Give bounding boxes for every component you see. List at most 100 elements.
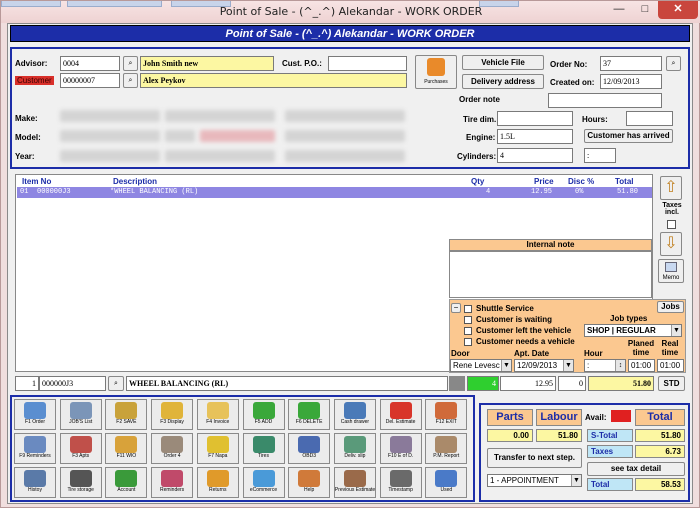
jobs-button[interactable]: Jobs (657, 301, 684, 313)
arrival-time-field[interactable]: : (584, 148, 616, 163)
maximize-button[interactable]: □ (632, 1, 658, 19)
door-select[interactable]: Rene Levesc ▼ (450, 359, 512, 372)
toolbar-button[interactable]: F1 Order (14, 399, 56, 430)
toolbar-button[interactable]: Histoy (14, 467, 56, 498)
created-on-field[interactable]: 12/09/2013 (600, 74, 662, 89)
shuttle-option[interactable]: Shuttle Service (464, 304, 534, 313)
left-vehicle-option[interactable]: Customer left the vehicle (464, 326, 571, 335)
blurred-field[interactable] (165, 110, 275, 122)
blurred-field[interactable] (285, 110, 405, 122)
toolbar-button[interactable]: Previous Estimate (333, 467, 376, 498)
order-note-field[interactable] (548, 93, 662, 108)
purchases-button[interactable]: Purchases (415, 55, 457, 89)
year-field-blurred[interactable] (60, 150, 160, 162)
waiting-checkbox[interactable] (464, 315, 472, 324)
item-search-button[interactable]: ⌕ (108, 376, 124, 391)
toolbar-button[interactable]: JOB'S List (59, 399, 102, 430)
toolbar-button[interactable]: F10 E of D. (379, 433, 422, 464)
order-no-field[interactable]: 37 (600, 56, 662, 71)
toolbar-button[interactable]: F3 Display (151, 399, 194, 430)
tire-dim-field[interactable] (497, 111, 573, 126)
needs-vehicle-checkbox[interactable] (464, 337, 472, 346)
move-up-arrow-icon[interactable]: ⇧ (660, 176, 682, 200)
toolbar-button[interactable]: F7 Napa (196, 433, 239, 464)
item-no-field[interactable]: 000000J3 (39, 376, 106, 391)
blurred-field[interactable] (200, 130, 275, 142)
entry-description-field[interactable]: WHEEL BALANCING (RL) (126, 376, 448, 391)
barcode-icon[interactable] (449, 376, 465, 391)
toolbar-button[interactable]: F5 ADD (242, 399, 285, 430)
entry-qty-field[interactable]: 4 (467, 376, 499, 391)
toolbar-button[interactable]: Del. Estimate (379, 399, 422, 430)
entry-total-field[interactable]: 51.80 (588, 376, 654, 391)
planned-time-field[interactable]: 01:00 (628, 359, 655, 372)
minimize-button[interactable]: — (606, 1, 632, 19)
cylinders-field[interactable]: 4 (497, 148, 573, 163)
waiting-option[interactable]: Customer is waiting (464, 315, 552, 324)
customer-name-field[interactable]: Alex Peykov (140, 73, 407, 88)
customer-code-field[interactable]: 00000007 (60, 73, 120, 88)
shuttle-checkbox[interactable] (464, 304, 472, 313)
column-header-item-no[interactable]: Item No (22, 177, 51, 186)
customer-search-button[interactable]: ⌕ (123, 73, 138, 88)
toolbar-button[interactable]: Order 4 (151, 433, 194, 464)
toolbar-button[interactable]: OBD3 (288, 433, 331, 464)
toolbar-button[interactable]: Reminders (151, 467, 194, 498)
appointment-select[interactable]: 1 - APPOINTMENT ▼ (487, 474, 582, 487)
hours-field[interactable] (626, 111, 673, 126)
toolbar-button[interactable]: F4 Invoice (196, 399, 239, 430)
toolbar-button[interactable]: F6 DELETE (288, 399, 331, 430)
hour-spinner[interactable]: : ↕ (584, 359, 626, 372)
toolbar-button[interactable]: Cash drawer (333, 399, 376, 430)
close-button[interactable]: ✕ (658, 1, 698, 19)
tax-detail-button[interactable]: see tax detail (587, 462, 685, 476)
internal-note-textarea[interactable] (449, 251, 652, 298)
transfer-next-step-button[interactable]: Transfer to next step. (487, 448, 582, 468)
entry-disc-field[interactable]: 0 (558, 376, 586, 391)
engine-field[interactable]: 1.5L (497, 129, 573, 144)
toolbar-button[interactable]: Deliv. slip (333, 433, 376, 464)
move-down-arrow-icon[interactable]: ⇩ (660, 232, 682, 256)
column-header-qty[interactable]: Qty (471, 177, 484, 186)
toolbar-button[interactable]: P.M. Report (425, 433, 468, 464)
toolbar-button[interactable]: Timestamp (379, 467, 422, 498)
toolbar-button[interactable]: eCommerce (242, 467, 285, 498)
customer-arrived-button[interactable]: Customer has arrived (584, 129, 673, 143)
real-time-field[interactable]: 01:00 (657, 359, 684, 372)
appt-date-picker[interactable]: 12/09/2013 ▼ (514, 359, 574, 372)
needs-vehicle-option[interactable]: Customer needs a vehicle (464, 337, 575, 346)
toolbar-button[interactable]: Help (288, 467, 331, 498)
blurred-field[interactable] (285, 130, 405, 142)
order-search-button[interactable]: ⌕ (666, 56, 681, 71)
memo-button[interactable]: Memo (658, 259, 684, 283)
entry-price-field[interactable]: 12.95 (500, 376, 556, 391)
table-row[interactable]: 01 000000J3 *WHEEL BALANCING (RL) 4 12.9… (17, 187, 652, 198)
toolbar-button[interactable]: Returns (196, 467, 239, 498)
column-header-total[interactable]: Total (615, 177, 634, 186)
toolbar-button[interactable]: F3 Apts (59, 433, 102, 464)
line-number-field[interactable]: 1 (15, 376, 39, 391)
column-header-price[interactable]: Price (534, 177, 554, 186)
std-button[interactable]: STD (658, 376, 685, 391)
toolbar-button[interactable]: Account (105, 467, 148, 498)
vehicle-file-button[interactable]: Vehicle File (462, 55, 544, 70)
toolbar-button[interactable]: F11 WIO (105, 433, 148, 464)
toolbar-button[interactable]: F9 Reminders (14, 433, 56, 464)
advisor-name-field[interactable]: John Smith new (140, 56, 274, 71)
delivery-address-button[interactable]: Delivery address (462, 74, 544, 89)
toolbar-button[interactable]: Tires (242, 433, 285, 464)
toolbar-button[interactable]: Used (425, 467, 468, 498)
advisor-search-button[interactable]: ⌕ (123, 56, 138, 71)
toolbar-button[interactable]: Tire storage (59, 467, 102, 498)
collapse-button[interactable]: − (451, 303, 461, 313)
toolbar-button[interactable]: F2 SAVE (105, 399, 148, 430)
blurred-field[interactable] (165, 150, 275, 162)
advisor-code-field[interactable]: 0004 (60, 56, 120, 71)
taxes-incl-checkbox[interactable] (667, 220, 676, 229)
job-type-select[interactable]: SHOP | REGULAR ▼ (584, 324, 682, 337)
cust-po-field[interactable] (328, 56, 407, 71)
toolbar-button[interactable]: F12 EXIT (425, 399, 468, 430)
blurred-field[interactable] (165, 130, 195, 142)
model-field-blurred[interactable] (60, 130, 160, 142)
blurred-field[interactable] (285, 150, 405, 162)
